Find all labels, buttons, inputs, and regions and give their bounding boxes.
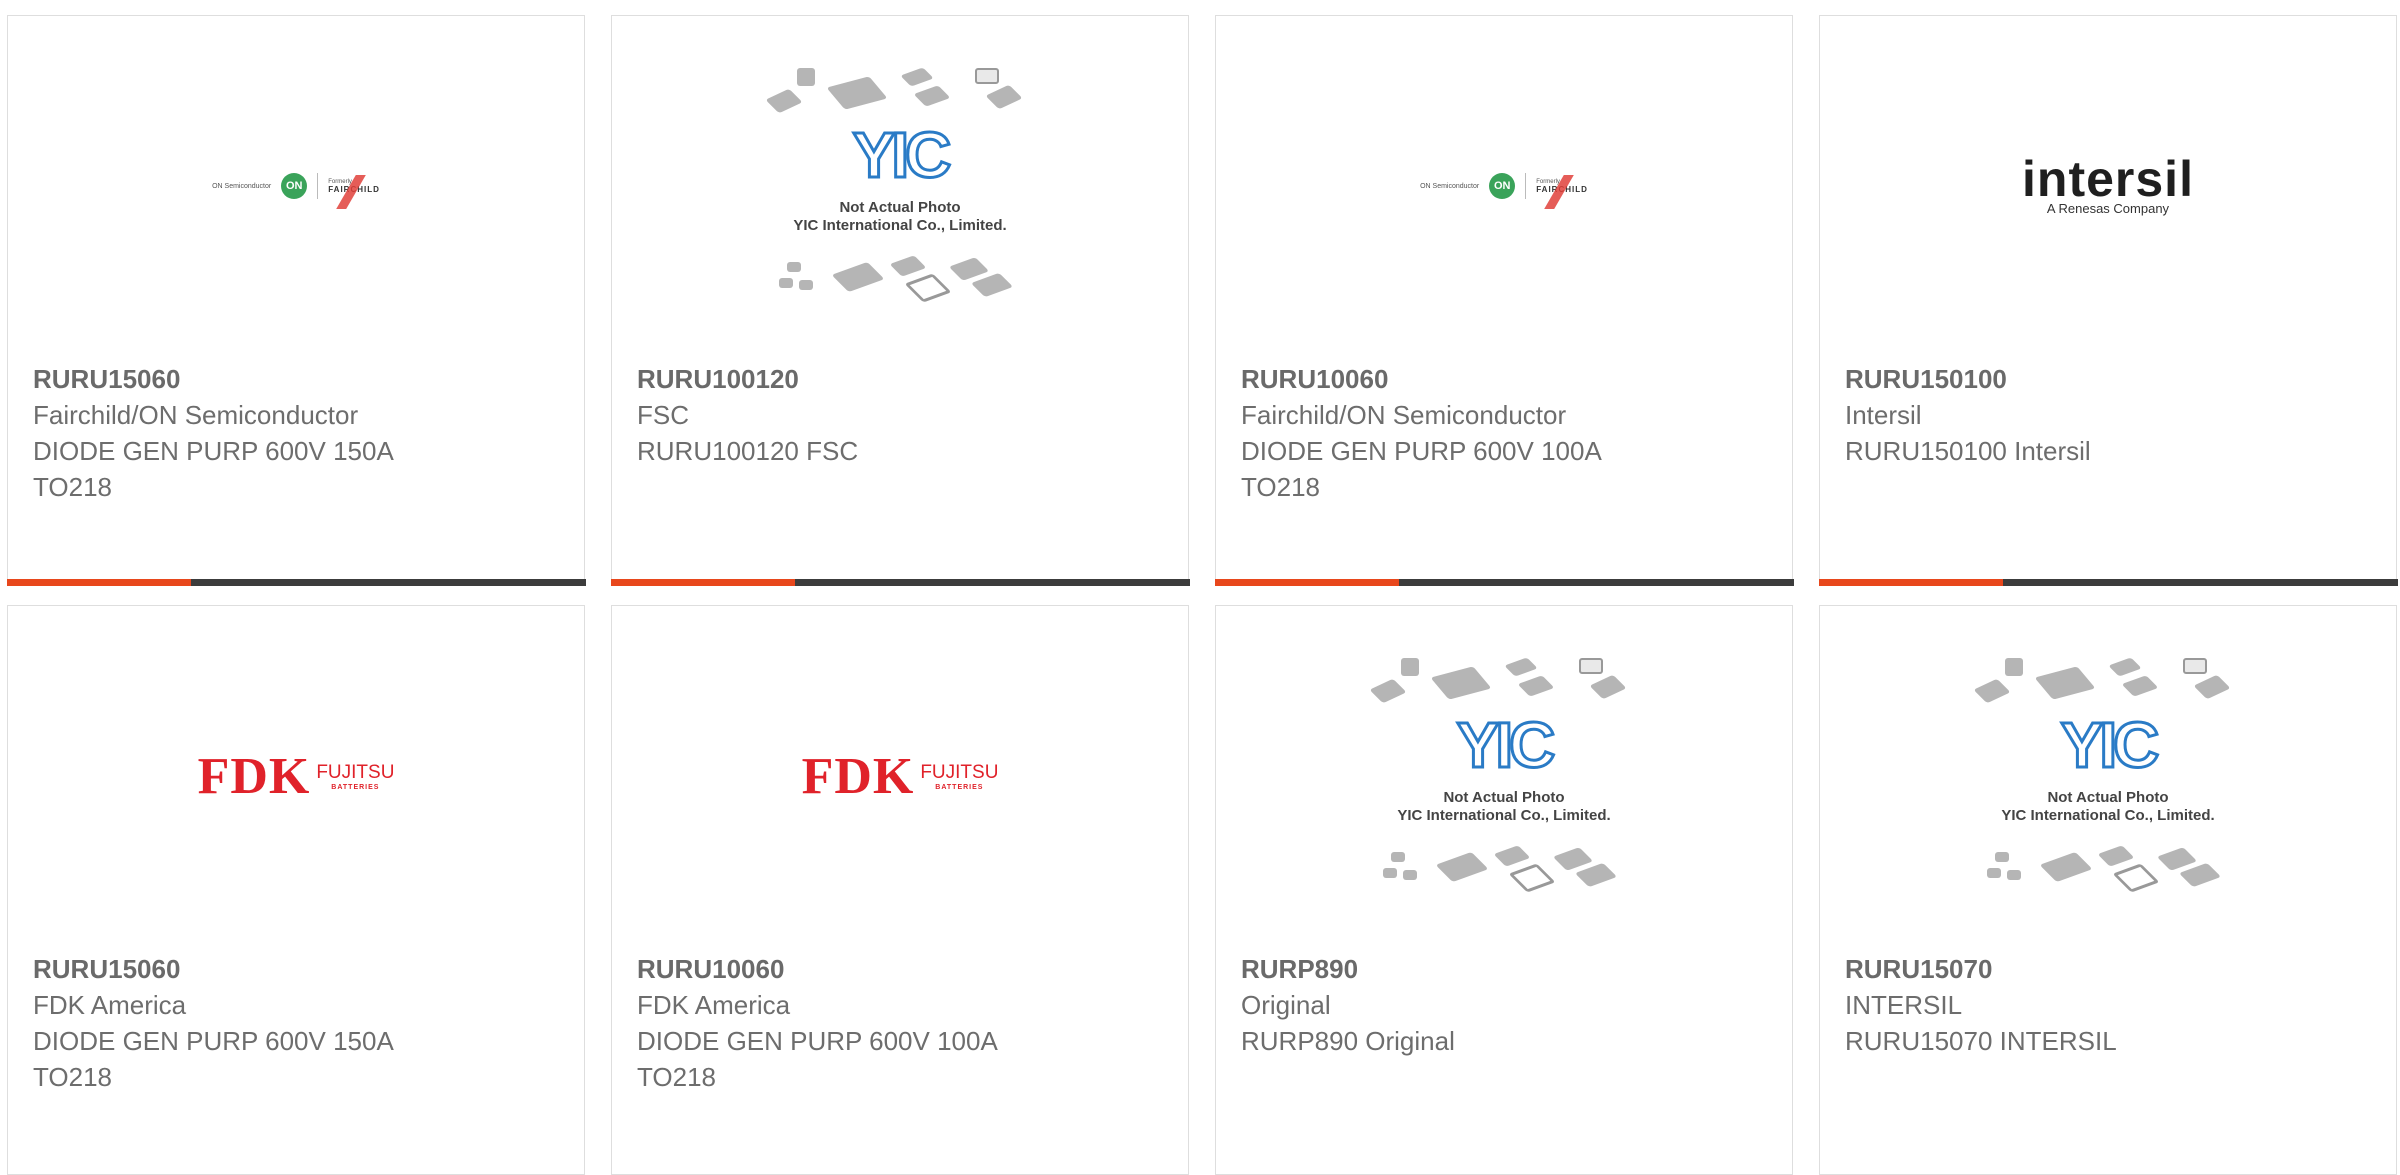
- yic-not-actual-photo: YIC Not Actual Photo YIC International C…: [765, 66, 1035, 306]
- description: DIODE GEN PURP 600V 150A: [33, 436, 394, 466]
- manufacturer: Intersil: [1845, 400, 1922, 430]
- product-image: ON Semiconductor ON Formerly FAIRCHILD: [8, 16, 584, 356]
- part-number[interactable]: RURU10060: [1241, 361, 1772, 397]
- part-number[interactable]: RURU15060: [33, 951, 564, 987]
- product-card[interactable]: ON Semiconductor ON Formerly FAIRCHILD R…: [1214, 15, 1794, 586]
- package: TO218: [33, 1062, 113, 1092]
- product-card[interactable]: YIC Not Actual Photo YIC International C…: [1215, 605, 1793, 1175]
- product-card[interactable]: ON Semiconductor ON Formerly FAIRCHILD R…: [6, 15, 586, 586]
- product-image: ON Semiconductor ON Formerly FAIRCHILD: [1216, 16, 1792, 356]
- card-bottom-bar: [1214, 578, 1794, 586]
- part-number[interactable]: RURU150100: [1845, 361, 2376, 397]
- product-card[interactable]: FDK FUJITSU BATTERIES RURU15060 FDK Amer…: [7, 605, 585, 1175]
- product-image: YIC Not Actual Photo YIC International C…: [1820, 606, 2396, 946]
- description: DIODE GEN PURP 600V 100A: [637, 1026, 998, 1056]
- package: TO218: [637, 1062, 717, 1092]
- description: DIODE GEN PURP 600V 100A: [1241, 436, 1602, 466]
- manufacturer: Original: [1241, 990, 1331, 1020]
- intersil-logo: intersil A Renesas Company: [2022, 150, 2194, 216]
- description: RURU150100 Intersil: [1845, 436, 2091, 466]
- part-number[interactable]: RURU15060: [33, 361, 564, 397]
- description: RURU15070 INTERSIL: [1845, 1026, 2117, 1056]
- manufacturer: FSC: [637, 400, 689, 430]
- description: RURP890 Original: [1241, 1026, 1455, 1056]
- description: DIODE GEN PURP 600V 150A: [33, 1026, 394, 1056]
- manufacturer: INTERSIL: [1845, 990, 1963, 1020]
- card-bottom-bar: [6, 578, 586, 586]
- yic-not-actual-photo: YIC Not Actual Photo YIC International C…: [1973, 656, 2243, 896]
- product-card[interactable]: YIC Not Actual Photo YIC International C…: [1819, 605, 2397, 1175]
- product-image: FDK FUJITSU BATTERIES: [8, 606, 584, 946]
- card-bottom-bar: [1818, 578, 2398, 586]
- part-number[interactable]: RURU15070: [1845, 951, 2376, 987]
- part-number[interactable]: RURP890: [1241, 951, 1772, 987]
- package: TO218: [1241, 472, 1321, 502]
- manufacturer: Fairchild/ON Semiconductor: [1241, 400, 1567, 430]
- part-number[interactable]: RURU100120: [637, 361, 1168, 397]
- description: RURU100120 FSC: [637, 436, 859, 466]
- manufacturer: Fairchild/ON Semiconductor: [33, 400, 359, 430]
- fdk-fujitsu-logo: FDK FUJITSU BATTERIES: [801, 747, 999, 805]
- product-card[interactable]: YIC Not Actual Photo YIC International C…: [610, 15, 1190, 586]
- fdk-fujitsu-logo: FDK FUJITSU BATTERIES: [197, 747, 395, 805]
- manufacturer: FDK America: [637, 990, 791, 1020]
- on-fairchild-logo: ON Semiconductor ON Formerly FAIRCHILD: [1420, 173, 1588, 209]
- product-image: intersil A Renesas Company: [1820, 16, 2396, 356]
- yic-not-actual-photo: YIC Not Actual Photo YIC International C…: [1369, 656, 1639, 896]
- product-card[interactable]: intersil A Renesas Company RURU150100 In…: [1818, 15, 2398, 586]
- part-number[interactable]: RURU10060: [637, 951, 1168, 987]
- manufacturer: FDK America: [33, 990, 187, 1020]
- product-image: YIC Not Actual Photo YIC International C…: [612, 16, 1188, 356]
- package: TO218: [33, 472, 113, 502]
- on-fairchild-logo: ON Semiconductor ON Formerly FAIRCHILD: [212, 173, 380, 209]
- product-image: FDK FUJITSU BATTERIES: [612, 606, 1188, 946]
- product-image: YIC Not Actual Photo YIC International C…: [1216, 606, 1792, 946]
- card-bottom-bar: [610, 578, 1190, 586]
- product-card[interactable]: FDK FUJITSU BATTERIES RURU10060 FDK Amer…: [611, 605, 1189, 1175]
